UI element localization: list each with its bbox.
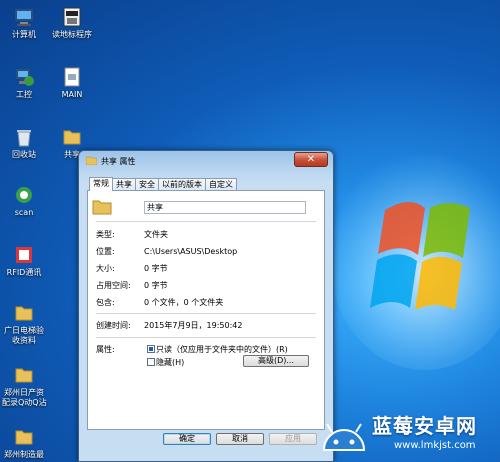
folder-icon — [92, 200, 112, 215]
readonly-checkbox[interactable]: 只读（仅应用于文件夹中的文件）(R) — [147, 344, 288, 355]
field-contains: 包含: 0 个文件，0 个文件夹 — [96, 297, 223, 308]
desktop-icon-guangri[interactable]: 广日电梯验 收资料 — [2, 302, 46, 346]
field-value: C:\Users\ASUS\Desktop — [144, 247, 238, 256]
desktop-icon-zhengzhou[interactable]: 郑州日产资 配录Q动Q沾 — [2, 364, 47, 408]
scan-icon — [16, 187, 32, 203]
tab-strip: 常规 共享 安全 以前的版本 自定义 — [89, 177, 237, 191]
desktop-icon-computer[interactable]: 计算机 — [2, 6, 46, 40]
rfid-icon — [16, 247, 32, 263]
title-bar[interactable]: 共享 属性 ✕ — [79, 151, 333, 171]
computer-icon — [15, 9, 33, 26]
checkbox-label: 隐藏(H) — [156, 358, 185, 367]
field-value: 0 字节 — [144, 281, 168, 290]
desktop-icon-label: 回收站 — [12, 150, 36, 159]
separator — [96, 337, 316, 338]
desktop-icon-main[interactable]: MAIN — [50, 66, 94, 100]
desktop-icon-label: 郑州日产资 — [4, 388, 44, 397]
android-logo-icon — [322, 423, 366, 451]
separator — [96, 313, 316, 314]
attributes-label: 属性: — [96, 345, 115, 354]
desktop-icon-label: 收资料 — [12, 336, 36, 345]
folder-icon — [15, 368, 33, 383]
checkbox-box[interactable] — [147, 345, 155, 353]
desktop-icon-label: 计算机 — [12, 30, 36, 39]
field-type: 类型: 文件夹 — [96, 229, 168, 240]
application-icon — [63, 7, 81, 27]
document-icon — [64, 67, 80, 87]
folder-icon — [15, 306, 33, 321]
cancel-button[interactable]: 取消 — [216, 433, 264, 445]
desktop-icon-recycle-bin[interactable]: 回收站 — [2, 126, 46, 160]
field-value: 0 字节 — [144, 264, 168, 273]
field-location: 位置: C:\Users\ASUS\Desktop — [96, 246, 237, 257]
folder-name-input[interactable]: 共享 — [144, 201, 306, 214]
desktop-icon-reader[interactable]: 读地标程序 — [50, 6, 94, 40]
desktop-icon-label: 工控 — [16, 90, 32, 99]
watermark-name: 蓝莓安卓网 — [372, 414, 477, 438]
apply-button[interactable]: 应用 — [269, 433, 317, 445]
field-key: 包含: — [96, 298, 115, 307]
general-panel: 共享 类型: 文件夹 位置: C:\Users\ASUS\Desktop 大小: 0 … — [87, 190, 325, 430]
desktop-icon-scan[interactable]: scan — [2, 184, 46, 218]
ok-button[interactable]: 确定 — [163, 433, 211, 445]
field-created: 创建时间: 2015年7月9日，19:50:42 — [96, 320, 242, 331]
checkbox-box[interactable] — [147, 358, 155, 366]
close-button[interactable]: ✕ — [294, 152, 328, 167]
field-key: 大小: — [96, 264, 115, 273]
dialog-title: 共享 属性 — [101, 157, 136, 166]
advanced-button[interactable]: 高级(D)... — [243, 355, 309, 367]
tab-general[interactable]: 常规 — [89, 177, 113, 191]
field-key: 类型: — [96, 230, 115, 239]
field-key: 位置: — [96, 247, 115, 256]
field-key: 占用空间: — [96, 281, 131, 290]
desktop-icon-label: 广日电梯验 — [4, 326, 44, 335]
properties-dialog: 共享 属性 ✕ 常规 共享 安全 以前的版本 自定义 共享 类型: 文件夹 位置:… — [78, 150, 334, 462]
desktop-icon-control[interactable]: 工控 — [2, 66, 46, 100]
watermark-url: www.lmkjst.com — [394, 440, 476, 451]
hidden-checkbox[interactable]: 隐藏(H) — [147, 357, 184, 368]
desktop-icon-zhengzhou-zz[interactable]: 郑州制造最 — [2, 426, 46, 460]
windows-logo-wallpaper — [330, 150, 500, 370]
desktop-icon-label: scan — [14, 208, 34, 217]
desktop-icon-rfid[interactable]: RFID通讯 — [2, 244, 46, 278]
desktop-icon-label: 郑州制造最 — [4, 450, 44, 459]
desktop-icon-label: MAIN — [61, 90, 83, 99]
folder-icon — [15, 430, 33, 445]
field-value: 文件夹 — [144, 230, 168, 239]
desktop-icon-label: 配录Q动Q沾 — [2, 398, 47, 407]
network-computer-icon — [16, 69, 34, 86]
field-value: 0 个文件，0 个文件夹 — [144, 298, 224, 307]
desktop-icon-label: RFID通讯 — [6, 268, 42, 277]
recycle-bin-icon — [17, 130, 31, 147]
site-watermark: 蓝莓安卓网 www.lmkjst.com — [316, 406, 500, 462]
folder-icon — [63, 130, 81, 145]
field-value: 2015年7月9日，19:50:42 — [144, 321, 243, 330]
separator — [96, 221, 316, 222]
checkbox-label: 只读（仅应用于文件夹中的文件）(R) — [156, 345, 288, 354]
field-key: 创建时间: — [96, 321, 131, 330]
field-size-on-disk: 占用空间: 0 字节 — [96, 280, 168, 291]
folder-icon — [86, 156, 97, 165]
field-size: 大小: 0 字节 — [96, 263, 168, 274]
desktop-icon-label: 读地标程序 — [52, 30, 92, 39]
